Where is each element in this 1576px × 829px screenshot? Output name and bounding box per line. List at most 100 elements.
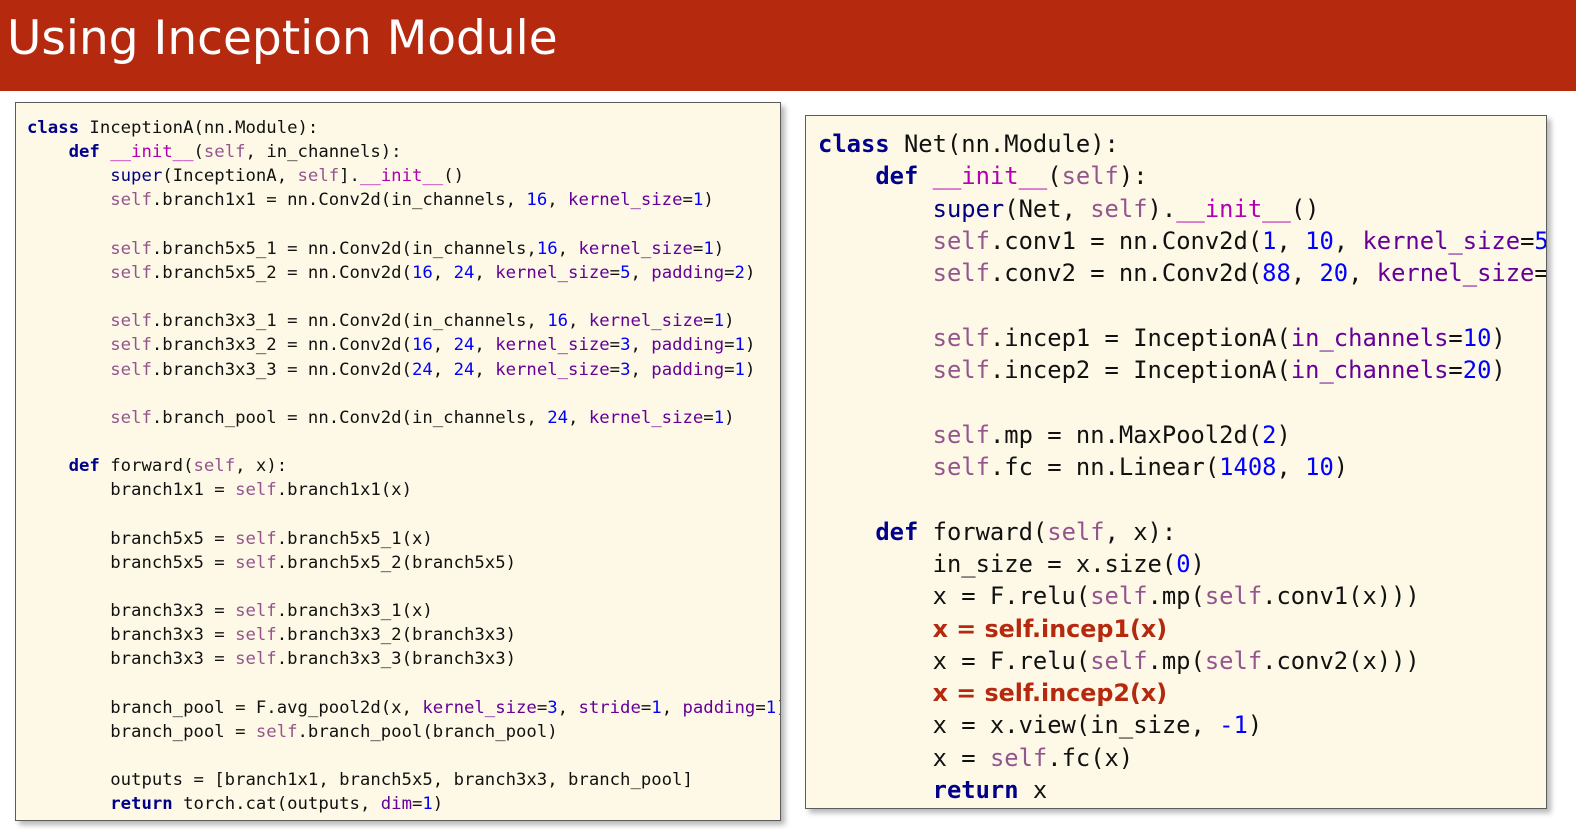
- net-code-line: self.incep1 = InceptionA(in_channels=10): [818, 322, 1506, 354]
- code-token: self: [1047, 517, 1105, 546]
- code-token: class: [818, 130, 890, 158]
- code-token: =: [1534, 259, 1546, 287]
- code-token: (Net,: [1004, 194, 1091, 223]
- code-token: branch3x3 =: [27, 649, 236, 670]
- code-token: 88: [1262, 259, 1291, 288]
- code-token: return: [932, 776, 1019, 804]
- code-token: .fc = nn.Linear(: [989, 453, 1220, 481]
- code-token: self: [235, 625, 277, 646]
- code-token: =: [692, 238, 704, 259]
- code-token: torch.cat(outputs,: [172, 794, 381, 815]
- code-token: kernel_size: [568, 190, 683, 211]
- code-token: =: [755, 697, 766, 718]
- code-token: ,: [568, 407, 589, 428]
- code-token: def: [875, 162, 919, 191]
- code-token: .incep1 = InceptionA(: [989, 323, 1291, 352]
- net-code-line: x = self.incep1(x): [818, 613, 1167, 645]
- inception-a-code-line: class InceptionA(nn.Module):: [27, 116, 318, 140]
- code-token: self: [1061, 162, 1119, 191]
- inception-a-code-line: def forward(self, x):: [27, 454, 288, 478]
- code-token: 24: [453, 359, 475, 380]
- code-token: ,: [1333, 226, 1363, 255]
- code-token: self: [235, 528, 277, 549]
- code-token: 3: [620, 335, 631, 356]
- code-token: ,: [474, 359, 496, 380]
- code-token: kernel_size: [1376, 259, 1535, 288]
- net-code-line: x = self.fc(x): [818, 742, 1134, 774]
- code-token: ): [1491, 323, 1506, 352]
- code-token: .mp(: [1147, 582, 1205, 611]
- inception-a-code-line: return torch.cat(outputs, dim=1): [27, 792, 443, 816]
- code-token: self: [932, 453, 990, 481]
- code-token: branch5x5 =: [27, 528, 236, 549]
- code-token: ].: [339, 166, 360, 187]
- code-token: InceptionA(nn.Module):: [79, 118, 319, 138]
- code-token: kernel_size: [578, 238, 693, 259]
- title-bar: Using Inception Module: [0, 0, 1576, 91]
- net-code-line: return x: [818, 774, 1048, 806]
- code-token: kernel_size: [422, 697, 537, 718]
- code-token: ,: [474, 335, 496, 356]
- code-token: .mp(: [1147, 646, 1205, 675]
- inception-a-code-panel: class InceptionA(nn.Module): def __init_…: [15, 102, 781, 821]
- code-token: def: [68, 142, 100, 163]
- code-token: padding: [651, 359, 725, 380]
- code-token: def: [68, 456, 100, 477]
- code-token: ,: [1348, 259, 1377, 288]
- code-token: ): [1276, 420, 1291, 449]
- code-token: self: [932, 226, 990, 255]
- code-token: __init__: [932, 162, 1048, 191]
- code-token: 0: [1176, 549, 1191, 578]
- code-token: self: [203, 142, 246, 163]
- net-code-line: self.conv1 = nn.Conv2d(1, 10, kernel_siz…: [818, 225, 1546, 257]
- code-token: __init__: [110, 142, 194, 163]
- code-token: 1: [734, 335, 745, 356]
- code-token: in_size = x.size(: [818, 549, 1177, 578]
- code-token: .branch3x3_2 = nn.Conv2d(: [151, 335, 412, 356]
- code-token: 16: [547, 311, 569, 332]
- code-token: x =: [818, 743, 990, 772]
- code-token: , x):: [1104, 517, 1177, 546]
- code-token: 24: [411, 359, 433, 380]
- code-token: ): [1190, 549, 1205, 578]
- code-token: ,: [474, 262, 496, 283]
- code-token: ,: [547, 190, 569, 211]
- code-token: 1: [692, 190, 704, 211]
- code-token: -1: [1219, 711, 1248, 740]
- code-token: , in_channels):: [245, 142, 402, 163]
- net-code-line: class Net(nn.Module):: [818, 128, 1119, 160]
- code-token: 10: [1305, 226, 1334, 255]
- code-token: (): [1290, 194, 1320, 223]
- code-token: x = self.incep2(x): [932, 679, 1168, 708]
- code-token: stride: [578, 697, 641, 718]
- code-token: 20: [1319, 259, 1349, 288]
- code-token: ,: [557, 697, 579, 718]
- code-token: .branch_pool(branch_pool): [297, 721, 558, 742]
- code-token: 24: [453, 262, 475, 283]
- code-token: .mp = nn.MaxPool2d(: [989, 420, 1263, 449]
- code-token: ,: [557, 238, 579, 259]
- code-token: ,: [432, 335, 454, 356]
- code-token: super: [110, 166, 163, 187]
- code-token: return: [110, 794, 173, 815]
- code-token: .branch5x5_1 = nn.Conv2d(in_channels,: [151, 238, 537, 259]
- code-token: Net(nn.Module):: [889, 130, 1119, 158]
- code-token: in_channels: [1290, 323, 1449, 352]
- code-token: self: [1090, 582, 1148, 611]
- code-token: .fc(x): [1047, 743, 1134, 772]
- net-code-line: self.incep2 = InceptionA(in_channels=20): [818, 354, 1506, 386]
- code-token: 3: [547, 697, 558, 718]
- code-token: =: [1520, 226, 1535, 255]
- code-token: =: [682, 190, 693, 211]
- code-token: 1408: [1219, 453, 1277, 481]
